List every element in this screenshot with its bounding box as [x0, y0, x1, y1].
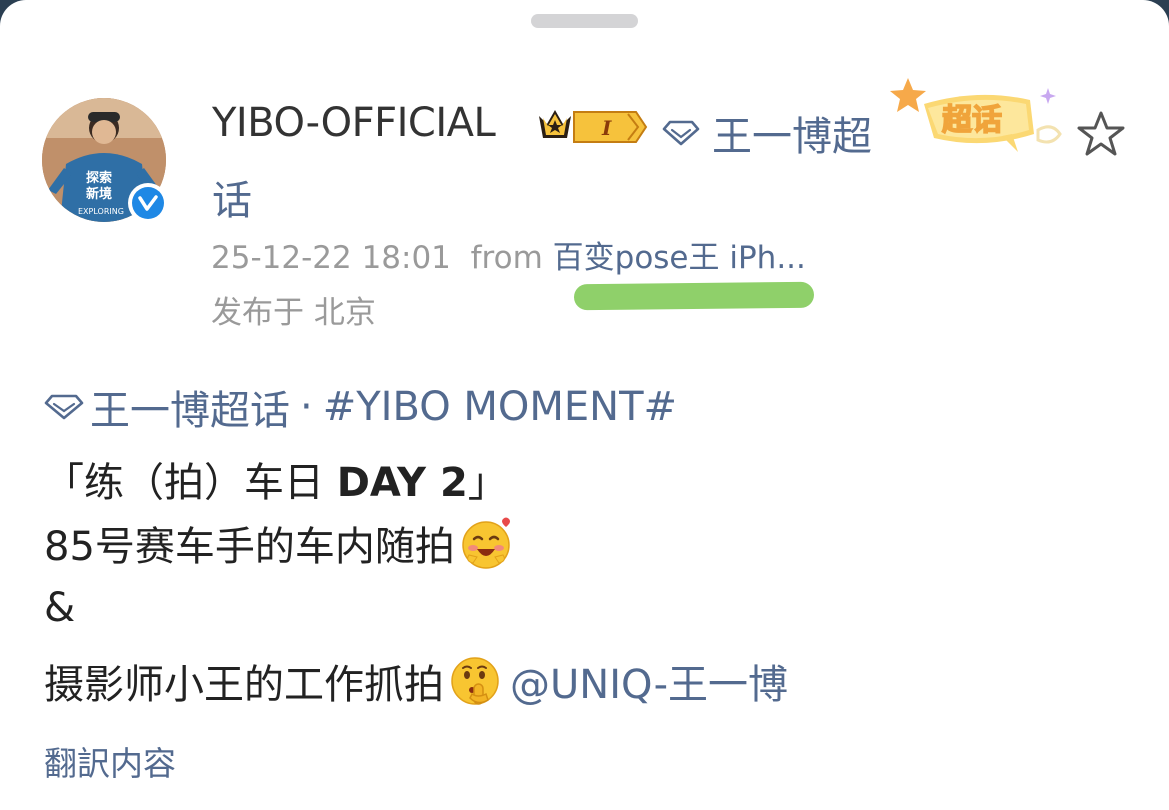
blush-love-emoji-icon [462, 517, 510, 569]
highlight-scribble [573, 281, 815, 311]
username[interactable]: YIBO-OFFICIAL [212, 100, 496, 146]
level-badge-icon: I [573, 111, 648, 143]
post-text-line-5-text: 摄影师小王的工作抓拍 [44, 662, 444, 708]
post-sheet: 探索 新境 EXPLORING YIBO-OFFICIAL I 王一博超 话 超… [0, 0, 1169, 810]
post-text-line-2-start: 「练（拍）车日 [44, 460, 337, 506]
from-label: from [470, 240, 543, 276]
sticker-label: 超话 [942, 103, 1002, 138]
post-text-line-2-bold: DAY 2 [336, 460, 468, 506]
post-text-line-3: 85号赛车手的车内随拍 [44, 514, 515, 572]
diamond-topic-icon [44, 394, 84, 420]
post-text-line-2: 「练（拍）车日 DAY 2」 [44, 450, 508, 508]
hashtag-link[interactable]: #YIBO MOMENT# [323, 384, 677, 430]
avatar-shirt-text-1: 探索 [86, 170, 112, 186]
header-topic-link[interactable]: 王一博超 [662, 104, 872, 162]
crown-icon [539, 110, 571, 138]
super-topic-sticker[interactable]: 超话 [888, 74, 1068, 164]
sheet-grabber-handle[interactable] [531, 14, 638, 28]
mention-link[interactable]: @UNIQ-王一博 [510, 652, 788, 710]
post-topic-line: 王一博超话 · #YIBO MOMENT# [44, 378, 677, 436]
verified-badge-icon [128, 183, 168, 223]
shush-emoji-icon [451, 657, 499, 705]
diamond-topic-icon [662, 120, 700, 146]
translate-button[interactable]: 翻訳内容 [44, 737, 176, 785]
post-text-line-3-text: 85号赛车手的车内随拍 [44, 524, 455, 570]
content-topic-text: 王一博超话 [90, 388, 290, 434]
content-topic-link[interactable]: 王一博超话 [44, 378, 290, 436]
svg-text:I: I [601, 116, 612, 140]
post-meta: 25-12-22 18:01 from 百变pose王 iPh... [211, 232, 806, 277]
avatar-shirt-text-3: EXPLORING [78, 207, 124, 216]
post-location: 发布于 北京 [211, 295, 376, 331]
post-text-line-4: & [44, 585, 76, 631]
post-text-line-5: 摄影师小王的工作抓拍 @UNIQ-王一博 [44, 652, 788, 710]
topic-separator: · [300, 384, 313, 430]
avatar-shirt-text-2: 新境 [86, 186, 112, 202]
post-timestamp: 25-12-22 18:01 [211, 240, 451, 276]
header-topic-text-continued[interactable]: 话 [212, 168, 252, 226]
header-topic-text: 王一博超 [712, 114, 872, 160]
favorite-star-icon[interactable] [1076, 110, 1126, 158]
post-source-link[interactable]: 百变pose王 iPh... [553, 240, 806, 276]
post-text-line-2-end: 」 [467, 460, 508, 506]
